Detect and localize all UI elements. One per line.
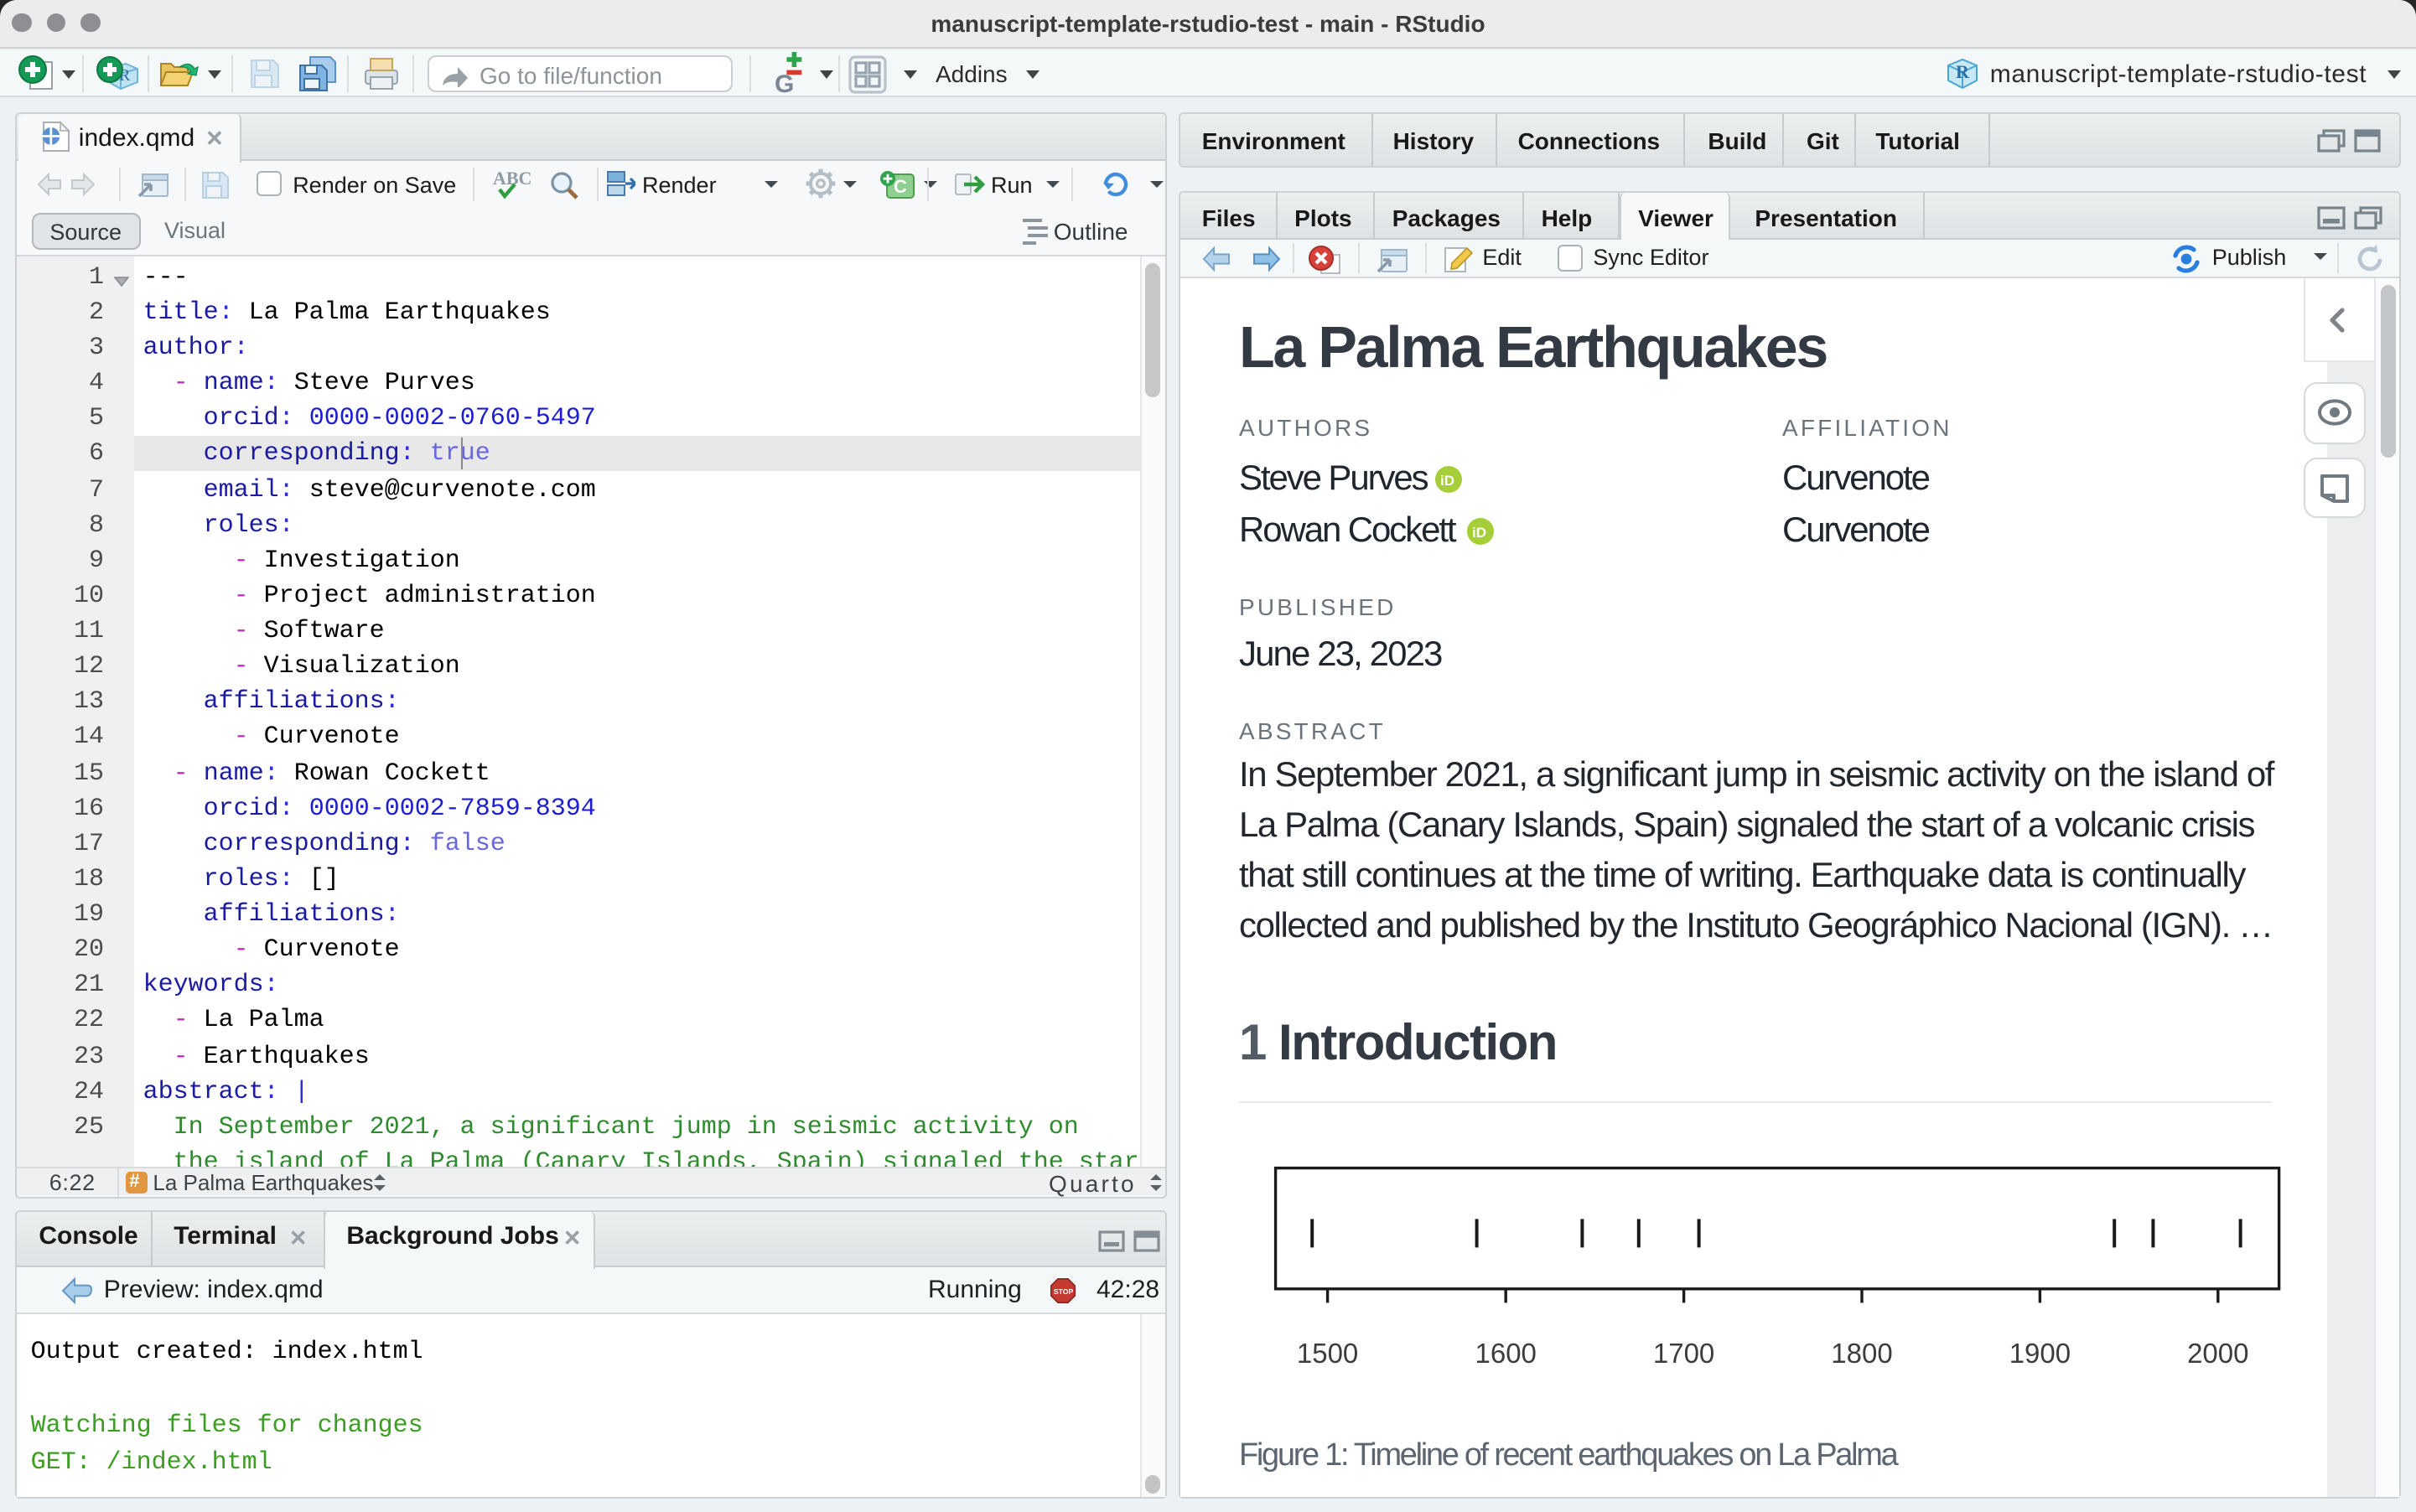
svg-text:1800: 1800 [1832,1338,1893,1369]
svg-text:2000: 2000 [2187,1338,2248,1369]
svg-text:R: R [1956,60,1970,81]
svg-text:1900: 1900 [2009,1338,2071,1369]
svg-text:C: C [894,175,907,196]
svg-text:iD: iD [1472,525,1486,541]
svg-text:1500: 1500 [1297,1338,1358,1369]
svg-text:iD: iD [1440,473,1454,489]
svg-text:1700: 1700 [1653,1338,1714,1369]
svg-text:1600: 1600 [1475,1338,1537,1369]
svg-text:STOP: STOP [1054,1288,1074,1297]
svg-text:G: G [775,70,794,95]
